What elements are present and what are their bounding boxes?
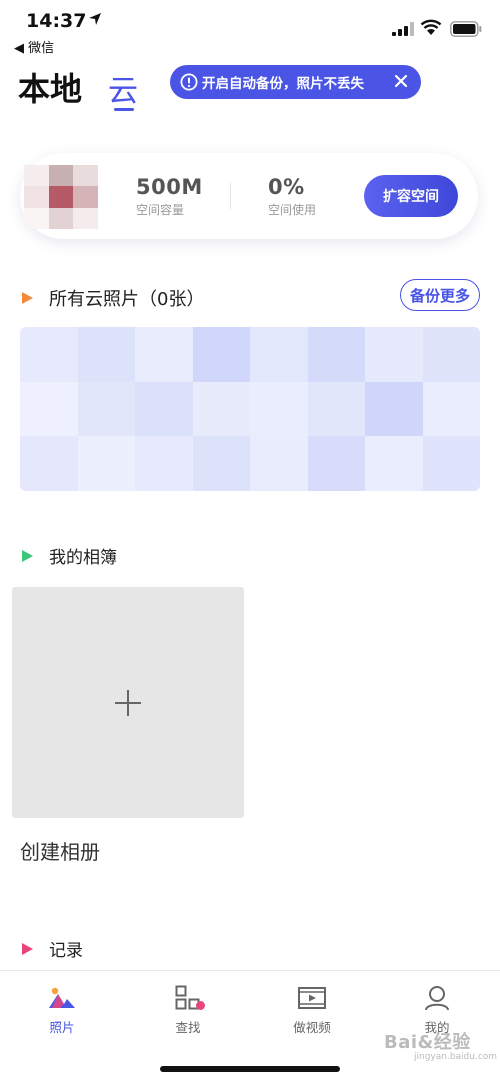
records-section-header: 记录 bbox=[22, 936, 83, 961]
tab-search[interactable]: 查找 bbox=[148, 985, 228, 1036]
usage-stat: 0% 空间使用 bbox=[268, 175, 316, 218]
capacity-stat: 500M 空间容量 bbox=[136, 175, 203, 218]
notification-dot bbox=[196, 1001, 205, 1010]
albums-title: 我的相簿 bbox=[49, 548, 117, 568]
tab-cloud[interactable]: 云 bbox=[108, 66, 138, 110]
expand-storage-button[interactable]: 扩容空间 bbox=[364, 175, 458, 217]
tab-local[interactable]: 本地 bbox=[18, 64, 82, 110]
backup-more-button[interactable]: 备份更多 bbox=[400, 279, 480, 311]
cloud-photos-title: 所有云照片（0张） bbox=[49, 289, 205, 310]
home-indicator bbox=[160, 1066, 340, 1072]
cellular-signal-icon bbox=[392, 22, 414, 36]
location-arrow-icon bbox=[89, 13, 101, 25]
active-tab-indicator bbox=[114, 108, 134, 111]
banner-text: 开启自动备份，照片不丢失 bbox=[202, 76, 364, 92]
tab-search-label: 查找 bbox=[175, 1020, 201, 1035]
back-to-wechat-link[interactable]: ◀ 微信 bbox=[14, 37, 54, 56]
status-bar: 14:37 ◀ 微信 bbox=[0, 0, 500, 56]
watermark-logo: Bai&经验 bbox=[384, 1032, 471, 1053]
watermark-url: jingyan.baidu.com bbox=[414, 1052, 498, 1062]
capacity-label: 空间容量 bbox=[136, 203, 185, 217]
tab-video-label: 做视频 bbox=[293, 1020, 331, 1035]
auto-backup-banner[interactable]: 开启自动备份，照片不丢失 bbox=[170, 65, 421, 99]
section-marker-icon bbox=[22, 942, 33, 955]
albums-section-header: 我的相簿 bbox=[22, 543, 117, 568]
tab-video[interactable]: 做视频 bbox=[272, 985, 352, 1036]
storage-card: 500M 空间容量 0% 空间使用 扩容空间 bbox=[20, 153, 478, 239]
battery-icon bbox=[450, 21, 482, 37]
status-time: 14:37 bbox=[26, 10, 87, 32]
capacity-value: 500M bbox=[136, 175, 203, 199]
photos-icon bbox=[49, 987, 75, 1008]
section-marker-icon bbox=[22, 549, 33, 562]
avatar bbox=[24, 165, 98, 229]
stat-divider bbox=[230, 183, 231, 209]
tab-photos[interactable]: 照片 bbox=[22, 985, 102, 1036]
wifi-icon bbox=[420, 19, 442, 35]
plus-icon bbox=[115, 690, 141, 716]
section-marker-icon bbox=[22, 292, 33, 304]
user-icon bbox=[425, 986, 449, 1011]
photo-placeholder-grid bbox=[20, 327, 480, 491]
records-title: 记录 bbox=[49, 941, 83, 961]
video-icon bbox=[298, 987, 326, 1009]
close-icon[interactable] bbox=[393, 73, 409, 89]
tab-photos-label: 照片 bbox=[49, 1020, 75, 1035]
usage-label: 空间使用 bbox=[268, 203, 317, 217]
create-album-label[interactable]: 创建相册 bbox=[20, 836, 100, 865]
cloud-photos-section-header: 所有云照片（0张） bbox=[22, 285, 204, 311]
info-icon bbox=[180, 73, 198, 91]
create-album-card[interactable] bbox=[12, 587, 244, 818]
usage-value: 0% bbox=[268, 175, 305, 199]
